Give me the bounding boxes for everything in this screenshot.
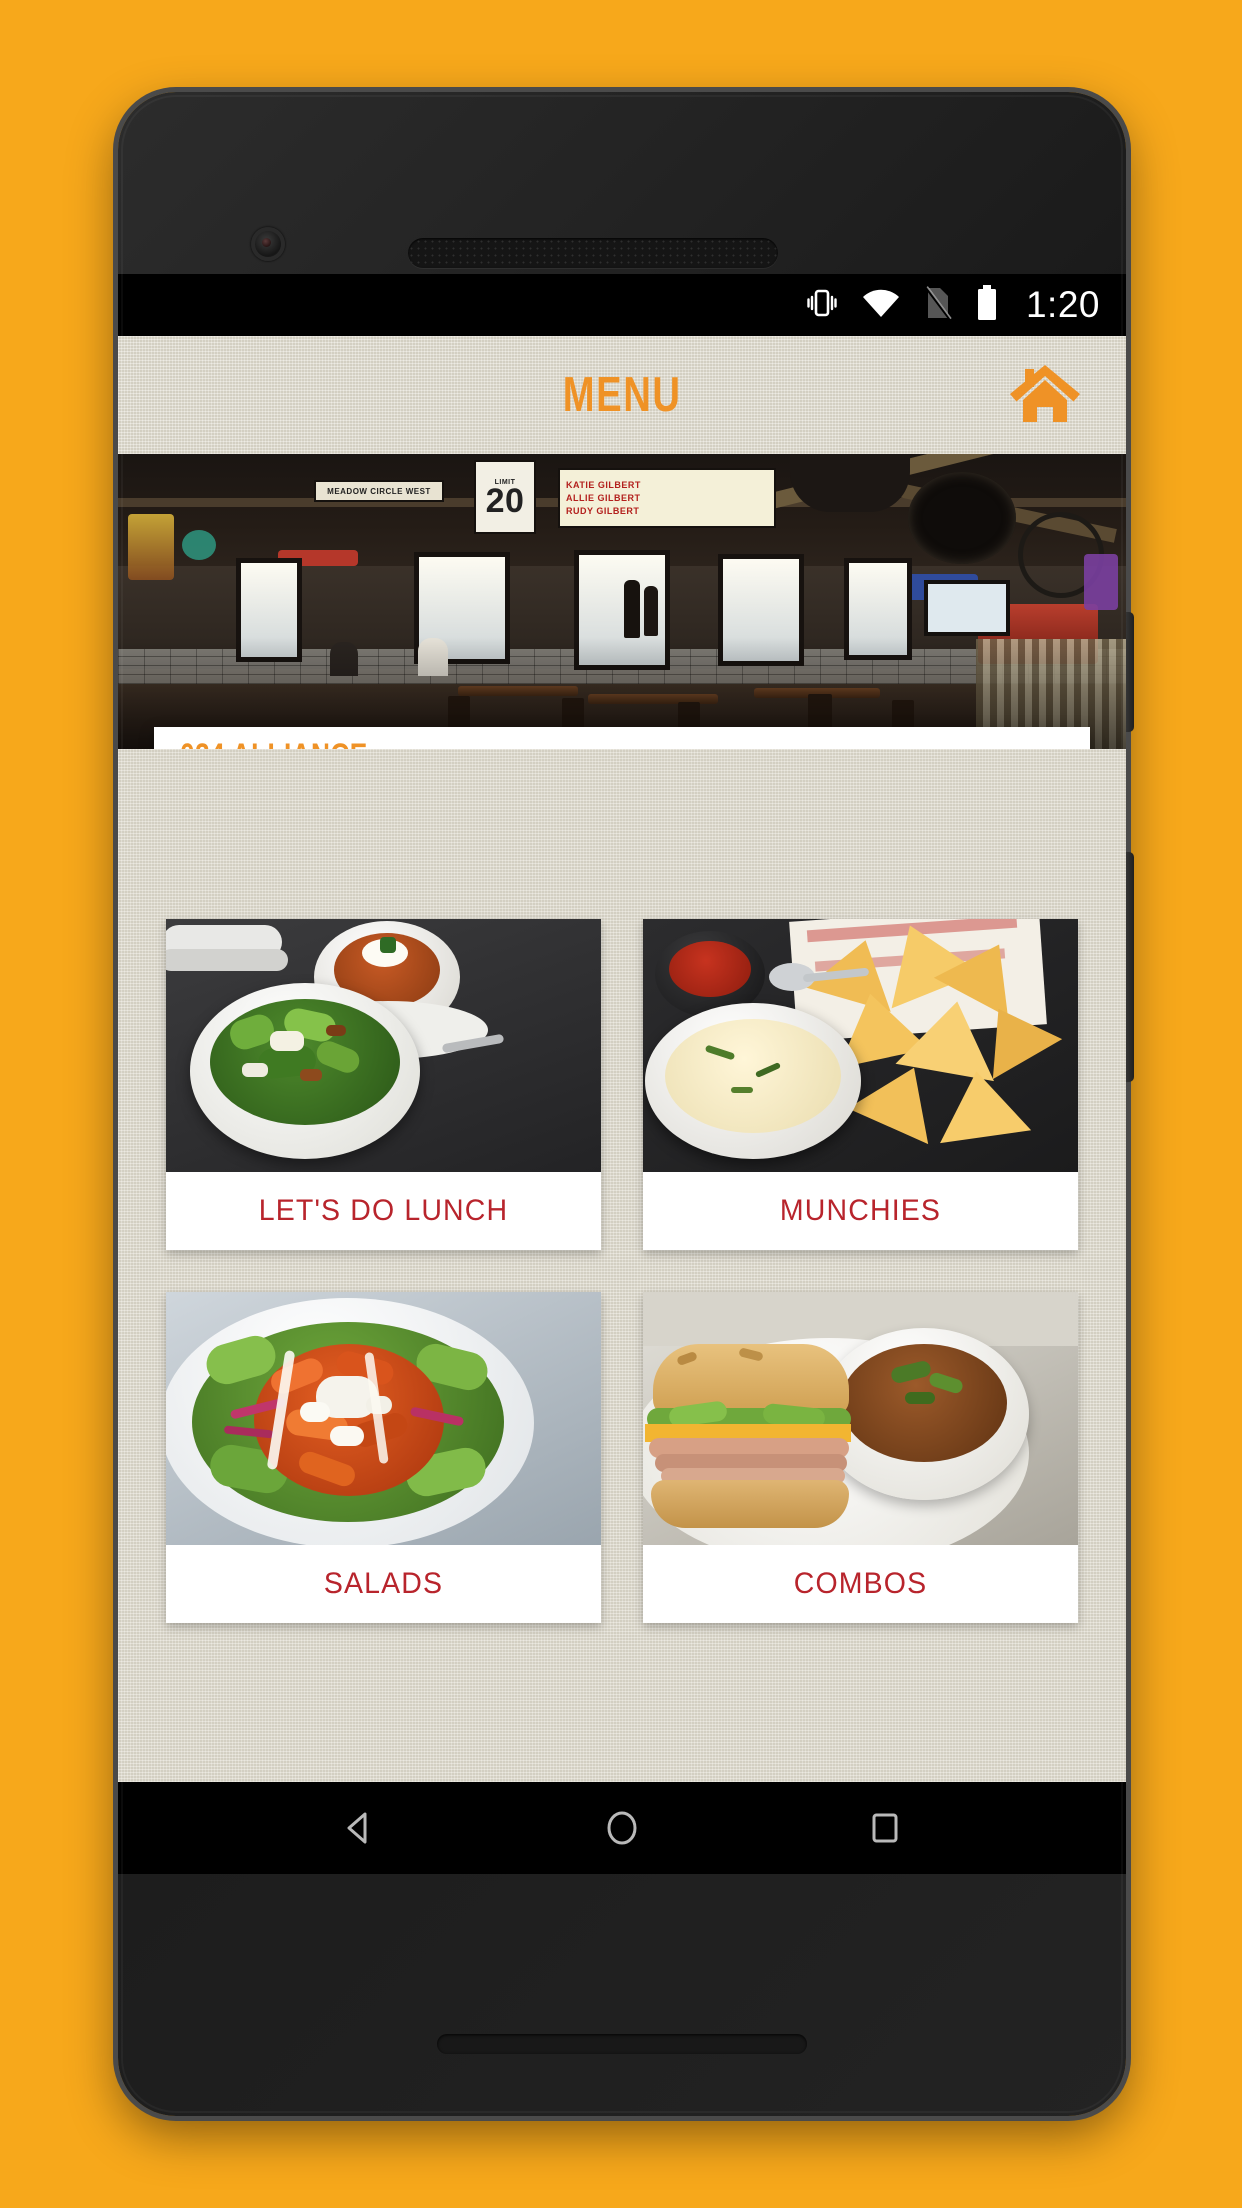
phone-device-frame: 1:20 MENU MEADOW CIRCLE WEST LIMIT 20 KA… (118, 92, 1134, 2116)
recents-square-icon[interactable] (856, 1799, 914, 1857)
battery-full-icon (976, 284, 998, 326)
front-camera (251, 227, 285, 261)
restaurant-name: 024 ALLIANCE (180, 737, 731, 749)
category-image-salads (166, 1292, 601, 1545)
category-label: COMBOS (793, 1567, 928, 1600)
android-navigation-bar (118, 1782, 1126, 1874)
bottom-speaker-grille (437, 2034, 807, 2054)
app-bar: MENU (118, 336, 1126, 454)
home-icon (1008, 361, 1082, 430)
home-circle-icon[interactable] (593, 1799, 651, 1857)
wifi-icon (862, 288, 900, 323)
home-button[interactable] (1004, 360, 1086, 430)
status-bar-clock: 1:20 (1025, 284, 1100, 325)
restaurant-info-card: 024 ALLIANCE 9251 Rain Lily Trail, Fort … (154, 727, 1090, 749)
back-triangle-icon[interactable] (330, 1799, 388, 1857)
menu-categories-section: LET'S DO LUNCH MUNCHIES SALADS COMBOS (118, 749, 1126, 1782)
category-label: SALADS (323, 1567, 444, 1600)
status-icons (806, 284, 998, 326)
no-sim-icon (924, 285, 952, 325)
category-card-munchies[interactable]: MUNCHIES (643, 919, 1078, 1250)
hero-photo: MEADOW CIRCLE WEST LIMIT 20 KATIE GILBERT… (118, 454, 1126, 749)
category-card-combos[interactable]: COMBOS (643, 1292, 1078, 1623)
category-label: MUNCHIES (779, 1194, 942, 1227)
category-card-salads[interactable]: SALADS (166, 1292, 601, 1623)
phone-screen: 1:20 MENU MEADOW CIRCLE WEST LIMIT 20 KA… (118, 274, 1126, 1874)
restaurant-info-text: 024 ALLIANCE 9251 Rain Lily Trail, Fort … (180, 737, 852, 749)
category-image-lets-do-lunch (166, 919, 601, 1172)
restaurant-hero-image: MEADOW CIRCLE WEST LIMIT 20 KATIE GILBERT… (118, 454, 1126, 749)
category-image-munchies (643, 919, 1078, 1172)
category-image-combos (643, 1292, 1078, 1545)
category-card-lets-do-lunch[interactable]: LET'S DO LUNCH (166, 919, 601, 1250)
category-label: LET'S DO LUNCH (258, 1194, 509, 1227)
page-title: MENU (562, 368, 682, 422)
earpiece-speaker (408, 238, 778, 268)
vibrate-icon (806, 286, 838, 325)
category-grid: LET'S DO LUNCH MUNCHIES SALADS COMBOS (166, 919, 1078, 1623)
status-bar: 1:20 (118, 274, 1126, 336)
